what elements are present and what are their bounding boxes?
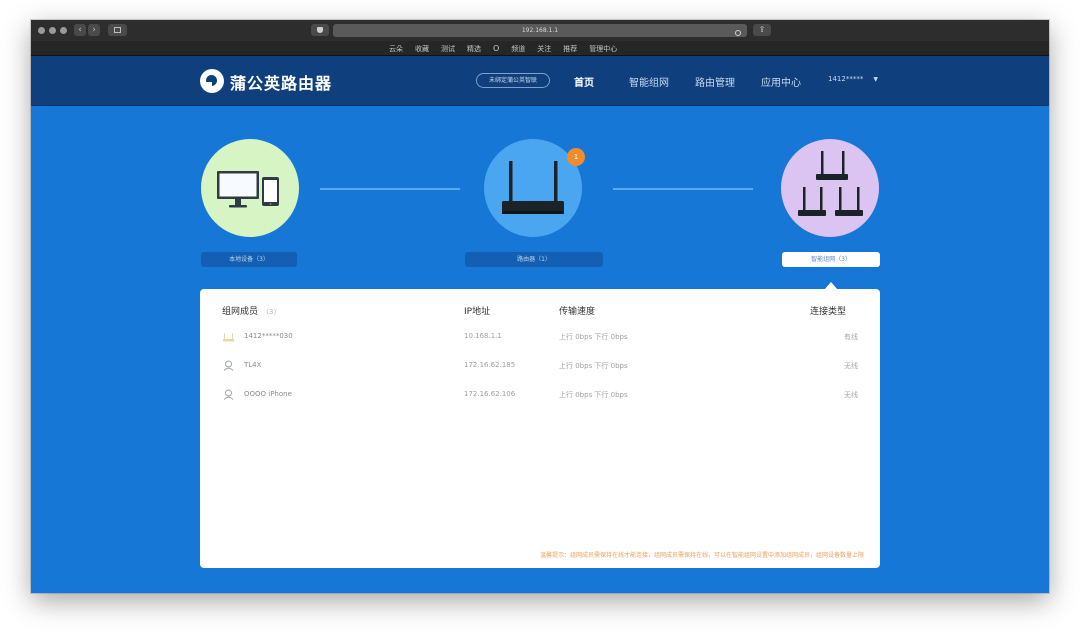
favorite-item[interactable]: 关注 <box>537 44 551 54</box>
favorite-item[interactable]: 推荐 <box>563 44 577 54</box>
ip-column-header: IP地址 <box>464 307 491 317</box>
favorite-item[interactable]: 测试 <box>441 44 455 54</box>
member-count: （3） <box>262 308 281 316</box>
forward-button[interactable]: › <box>88 24 100 36</box>
member-header-text: 组网成员 <box>222 307 259 317</box>
connection-column-header: 连接类型 <box>809 307 846 317</box>
member-name: OOOO iPhone <box>244 390 292 398</box>
shield-icon <box>317 27 323 33</box>
table-row[interactable]: TL4X 172.16.62.185 上行 0bps 下行 0bps 无线 <box>200 352 880 380</box>
member-connection: 无线 <box>844 362 858 370</box>
brand-title: 蒲公英路由器 <box>230 74 333 93</box>
member-speed: 上行 0bps 下行 0bps <box>559 362 628 370</box>
topology-link <box>613 188 753 190</box>
close-window-button[interactable] <box>38 27 45 34</box>
nav-router-management[interactable]: 路由管理 <box>695 74 735 89</box>
nav-home[interactable]: 首页 <box>574 74 594 89</box>
sidebar-toggle-button[interactable] <box>108 24 127 36</box>
member-name: 1412*****030 <box>244 332 293 340</box>
url-text: 192.168.1.1 <box>521 27 559 34</box>
member-ip: 172.16.62.185 <box>464 361 516 369</box>
member-column-header: 组网成员 （3） <box>222 304 280 317</box>
privacy-button[interactable] <box>311 24 329 36</box>
table-row[interactable]: 1412*****030 10.168.1.1 上行 0bps 下行 0bps … <box>200 323 880 351</box>
member-panel: 组网成员 （3） IP地址 传输速度 连接类型 1412*****030 10.1… <box>200 289 880 568</box>
favorite-item[interactable]: 精选 <box>467 44 481 54</box>
favorite-item[interactable]: 云朵 <box>389 44 403 54</box>
back-button[interactable]: ‹ <box>74 24 86 36</box>
zoom-window-button[interactable] <box>60 27 67 34</box>
username: 1412***** <box>828 75 864 83</box>
favorite-item[interactable]: 频道 <box>511 44 525 54</box>
member-ip: 10.168.1.1 <box>464 332 502 340</box>
topology-link <box>320 188 460 190</box>
favorite-item[interactable]: 收藏 <box>415 44 429 54</box>
tip-notice: 温馨提示：组网成员需保持在线才能连接，组网成员需保持在线，可以在智能组网设置中添… <box>539 552 864 559</box>
member-name: TL4X <box>244 361 262 369</box>
smart-network-label[interactable]: 智能组网（3） <box>782 252 880 267</box>
speed-column-header: 传输速度 <box>559 307 596 317</box>
minimize-window-button[interactable] <box>49 27 56 34</box>
bind-cloud-button[interactable]: 未绑定蒲公英智联 <box>476 73 550 88</box>
smart-network-node[interactable] <box>781 139 879 237</box>
member-ip: 172.16.62.106 <box>464 390 516 398</box>
member-speed: 上行 0bps 下行 0bps <box>559 391 628 399</box>
monitor-tablet-icon <box>217 171 279 208</box>
local-devices-node[interactable] <box>201 139 299 237</box>
user-device-icon <box>223 389 234 400</box>
reload-icon[interactable] <box>735 30 741 36</box>
local-devices-label[interactable]: 本地设备（3） <box>201 252 297 267</box>
caret-down-icon: ▼ <box>873 76 878 83</box>
network-routers-icon <box>798 151 863 216</box>
table-row[interactable]: OOOO iPhone 172.16.62.106 上行 0bps 下行 0bp… <box>200 381 880 409</box>
user-device-icon <box>223 360 234 371</box>
favorite-item[interactable]: 管理中心 <box>589 44 617 54</box>
nav-smart-network[interactable]: 智能组网 <box>629 74 669 89</box>
member-connection: 无线 <box>844 391 858 399</box>
browser-titlebar: ‹ › 192.168.1.1 ⇪ <box>31 20 1049 41</box>
favorites-bar: 云朵 收藏 测试 精选 O 频道 关注 推荐 管理中心 <box>31 41 1049 56</box>
browser-window: ‹ › 192.168.1.1 ⇪ 云朵 收藏 测试 精选 O 频道 关注 推荐… <box>31 20 1049 593</box>
share-button[interactable]: ⇪ <box>753 24 771 36</box>
logo-icon <box>200 69 224 93</box>
member-connection: 有线 <box>844 333 858 341</box>
router-label[interactable]: 路由器（1） <box>465 252 603 267</box>
address-bar[interactable]: 192.168.1.1 <box>333 24 747 37</box>
member-speed: 上行 0bps 下行 0bps <box>559 333 628 341</box>
nav-app-center[interactable]: 应用中心 <box>761 74 801 89</box>
favorite-item[interactable]: O <box>493 44 499 53</box>
page-header: 蒲公英路由器 未绑定蒲公英智联 首页 智能组网 路由管理 应用中心 1412**… <box>31 56 1049 106</box>
router-device-icon <box>223 333 234 342</box>
sidebar-icon <box>114 27 121 33</box>
notification-badge[interactable]: 1 <box>567 148 585 166</box>
user-menu[interactable]: 1412***** ▼ <box>828 75 878 83</box>
